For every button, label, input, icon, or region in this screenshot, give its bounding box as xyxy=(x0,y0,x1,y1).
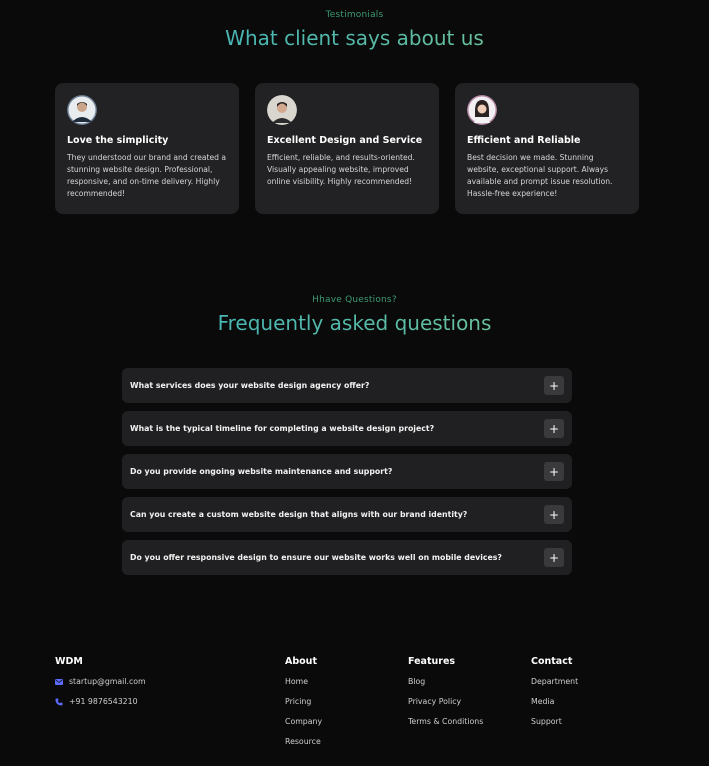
footer-features-heading: Features xyxy=(408,656,456,667)
plus-icon[interactable]: + xyxy=(544,548,564,567)
faq-item[interactable]: Can you create a custom website design t… xyxy=(122,497,572,532)
footer-link-support[interactable]: Support xyxy=(531,717,562,726)
footer-about-heading: About xyxy=(285,656,317,667)
footer-brand: WDM xyxy=(55,656,83,667)
avatar xyxy=(67,95,97,125)
footer-link-blog[interactable]: Blog xyxy=(408,677,425,686)
testimonial-text: Efficient, reliable, and results-oriente… xyxy=(267,153,415,186)
faq-item[interactable]: Do you offer responsive design to ensure… xyxy=(122,540,572,575)
testimonial-card: Love the simplicity They understood our … xyxy=(55,83,239,214)
plus-icon[interactable]: + xyxy=(544,505,564,524)
testimonial-text: They understood our brand and created a … xyxy=(67,153,227,198)
testimonial-card: Efficient and Reliable Best decision we … xyxy=(455,83,639,214)
mail-icon xyxy=(55,678,63,685)
faq-question: Can you create a custom website design t… xyxy=(130,510,468,519)
footer-email[interactable]: startup@gmail.com xyxy=(69,677,146,686)
footer-link-resource[interactable]: Resource xyxy=(285,737,321,746)
faq-item[interactable]: Do you provide ongoing website maintenan… xyxy=(122,454,572,489)
plus-icon[interactable]: + xyxy=(544,376,564,395)
faq-item[interactable]: What services does your website design a… xyxy=(122,368,572,403)
faq-title: Frequently asked questions xyxy=(0,311,709,335)
faq-question: What is the typical timeline for complet… xyxy=(130,424,435,433)
footer-link-terms[interactable]: Terms & Conditions xyxy=(408,717,483,726)
faq-question: What services does your website design a… xyxy=(130,381,370,390)
faq-question: Do you offer responsive design to ensure… xyxy=(130,553,502,562)
avatar xyxy=(267,95,297,125)
plus-icon[interactable]: + xyxy=(544,419,564,438)
footer-link-pricing[interactable]: Pricing xyxy=(285,697,311,706)
footer-phone-row[interactable]: +91 9876543210 xyxy=(55,697,138,706)
footer-link-media[interactable]: Media xyxy=(531,697,554,706)
faq-eyebrow: Hhave Questions? xyxy=(312,295,397,305)
testimonials-eyebrow: Testimonials xyxy=(325,10,384,20)
avatar xyxy=(467,95,497,125)
plus-icon[interactable]: + xyxy=(544,462,564,481)
testimonials-title: What client says about us xyxy=(0,26,709,50)
footer-link-company[interactable]: Company xyxy=(285,717,322,726)
faq-question: Do you provide ongoing website maintenan… xyxy=(130,467,393,476)
testimonial-title: Efficient and Reliable xyxy=(467,135,581,146)
footer-email-row[interactable]: startup@gmail.com xyxy=(55,677,146,686)
testimonial-card: Excellent Design and Service Efficient, … xyxy=(255,83,439,214)
testimonial-text: Best decision we made. Stunning website,… xyxy=(467,153,613,198)
footer-link-privacy[interactable]: Privacy Policy xyxy=(408,697,461,706)
testimonial-title: Love the simplicity xyxy=(67,135,169,146)
testimonial-title: Excellent Design and Service xyxy=(267,135,423,146)
footer-contact-heading: Contact xyxy=(531,656,573,667)
footer-link-home[interactable]: Home xyxy=(285,677,308,686)
faq-item[interactable]: What is the typical timeline for complet… xyxy=(122,411,572,446)
phone-icon xyxy=(55,698,63,705)
footer-phone[interactable]: +91 9876543210 xyxy=(69,697,138,706)
footer-link-department[interactable]: Department xyxy=(531,677,578,686)
